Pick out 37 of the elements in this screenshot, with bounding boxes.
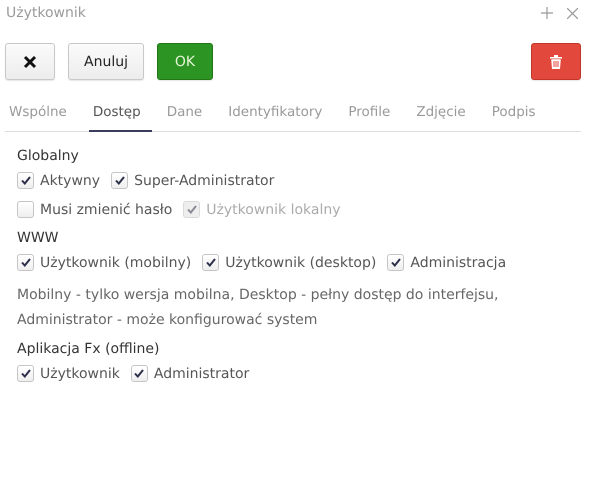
checkbox[interactable]: [17, 254, 34, 271]
checkbox[interactable]: [111, 172, 128, 189]
delete-button[interactable]: [531, 43, 581, 80]
section-title: Globalny: [17, 148, 80, 164]
add-icon[interactable]: [541, 7, 553, 19]
checkbox-label[interactable]: Administracja: [410, 254, 506, 270]
checkbox[interactable]: [387, 254, 404, 271]
cancel-button[interactable]: Anuluj: [68, 43, 144, 80]
check-icon: [20, 258, 30, 267]
section-title: Aplikacja Fx (offline): [17, 341, 160, 357]
checkbox-label[interactable]: Administrator: [154, 366, 250, 382]
checkbox[interactable]: [130, 365, 148, 382]
checkbox[interactable]: [17, 201, 34, 218]
checkbox-label[interactable]: Użytkownik (mobilny): [40, 254, 192, 270]
help-text: Mobilny - tylko wersja mobilna, Desktop - pełny dostęp do interfejsu, Administrator - może konfigurować system: [17, 286, 500, 330]
checkbox[interactable]: [202, 254, 220, 271]
checkbox[interactable]: [17, 365, 34, 382]
check-icon: [114, 176, 125, 185]
checkbox-label[interactable]: Aktywny: [40, 172, 100, 188]
checkbox-label[interactable]: Użytkownik (desktop): [225, 254, 376, 270]
check-icon: [134, 369, 144, 378]
check-icon: [186, 205, 197, 214]
checkbox-label[interactable]: Musi zmienić hasło: [40, 202, 172, 218]
checkbox[interactable]: [17, 172, 34, 189]
trash-icon: [550, 54, 562, 68]
window-title: Użytkownik: [6, 5, 86, 21]
close-button[interactable]: [5, 43, 55, 80]
check-icon: [390, 258, 401, 267]
close-icon: [23, 54, 37, 68]
check-icon: [20, 369, 30, 378]
tab[interactable]: Dostęp: [88, 100, 152, 132]
checkbox-label[interactable]: Super-Administrator: [134, 172, 274, 188]
check-icon: [20, 176, 30, 185]
checkbox-label[interactable]: Użytkownik: [40, 366, 120, 382]
check-icon: [206, 258, 216, 267]
close-icon[interactable]: [567, 8, 578, 18]
section-title: WWW: [17, 230, 60, 246]
